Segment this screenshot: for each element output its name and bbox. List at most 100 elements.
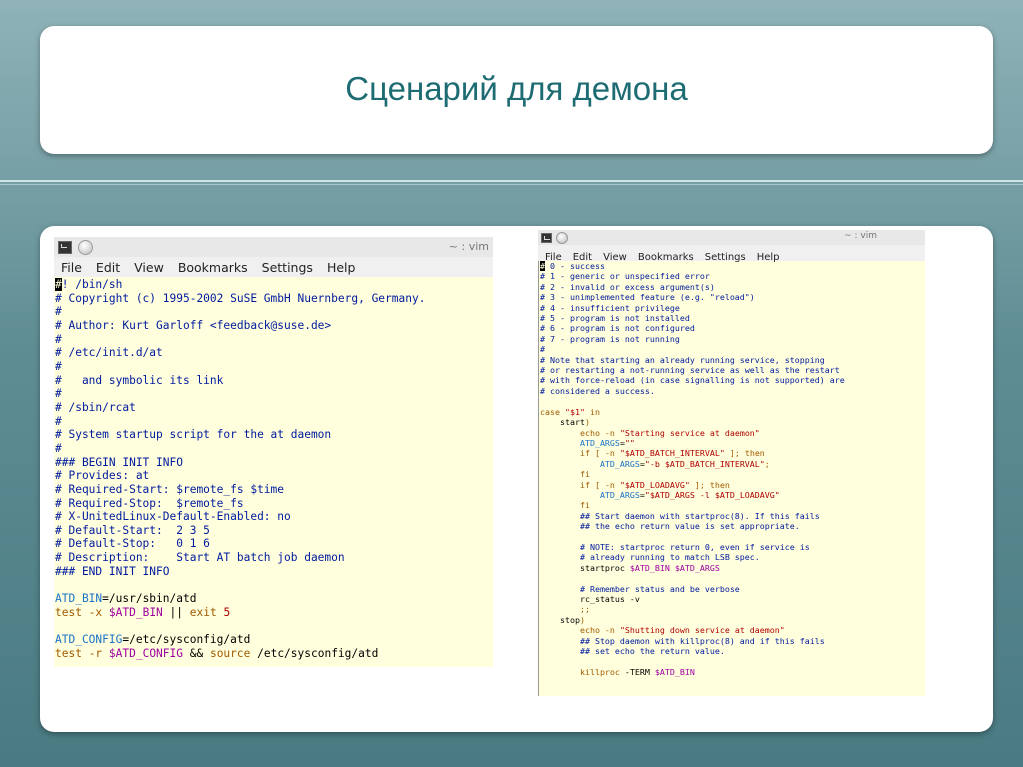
code-line: ​​ xyxy=(540,532,925,542)
code-line: test -r $ATD_CONFIG && source /etc/sysco… xyxy=(55,647,493,661)
menu-bar: File Edit View Bookmarks Settings Help xyxy=(538,245,925,263)
terminal-icon xyxy=(541,233,552,243)
code-line: # 5 - program is not installed xyxy=(540,313,925,323)
divider-line xyxy=(0,184,1023,185)
code-line: ​​ xyxy=(55,578,493,592)
code-line: stop) xyxy=(540,615,925,625)
right-terminal-window[interactable]: ~ : vim File Edit View Bookmarks Settings Hel… xyxy=(538,230,925,696)
menu-item-help[interactable]: Help xyxy=(327,258,356,278)
code-token: # 6 - program is not configured xyxy=(540,323,695,334)
code-token: "$ATD_BATCH_INTERVAL" xyxy=(619,448,725,459)
code-token: ;; xyxy=(540,604,590,615)
code-line: rc_status -v xyxy=(540,594,925,604)
code-token: ## Stop daemon with killproc(8) and if t… xyxy=(540,635,825,646)
code-token: if xyxy=(540,479,590,490)
code-line: ATD_ARGS="-b $ATD_BATCH_INTERVAL"; xyxy=(540,459,925,469)
code-line: ## Stop daemon with killproc(8) and if t… xyxy=(540,636,925,646)
code-token: # xyxy=(540,344,545,355)
code-token: # already running to match LSB spec. xyxy=(540,552,760,563)
code-token: "$1" xyxy=(559,406,585,417)
code-token: case xyxy=(540,406,560,417)
code-token: # Required-Start: $remote_fs $time xyxy=(55,482,285,496)
code-token: # System startup script for the at daemo… xyxy=(55,428,332,442)
code-line: # System startup script for the at daemo… xyxy=(55,428,493,442)
code-line: # xyxy=(55,415,493,429)
code-token: /etc/sysconfig/atd xyxy=(250,646,379,660)
code-editor[interactable]: # 0 - success # 1 - generic or unspecifie… xyxy=(538,261,925,677)
code-line: ### END INIT INFO xyxy=(55,565,493,579)
left-terminal-window[interactable]: ~ : vim File Edit View Bookmarks Settings Hel… xyxy=(54,237,493,667)
code-line: # considered a success. xyxy=(540,386,925,396)
code-token: fi xyxy=(540,500,590,511)
code-token: # Default-Stop: 0 1 6 xyxy=(55,537,210,551)
code-token: ! /bin/sh xyxy=(61,278,123,291)
code-line: echo -n "Starting service at daemon" xyxy=(540,428,925,438)
code-line: # Author: Kurt Garloff <feedback@suse.de… xyxy=(55,319,493,333)
code-token: 5 xyxy=(216,605,231,619)
code-line: # /sbin/rcat xyxy=(55,401,493,415)
code-line: if [ -n "$ATD_BATCH_INTERVAL" ]; then xyxy=(540,448,925,458)
code-token: ) xyxy=(579,614,585,625)
code-line: ;; xyxy=(540,604,925,614)
window-titlebar[interactable]: ~ : vim xyxy=(54,237,493,257)
window-button-icon[interactable] xyxy=(78,240,93,255)
code-line: ​​ xyxy=(540,656,925,666)
code-token: # xyxy=(55,305,62,319)
code-line: case "$1" in xyxy=(540,407,925,417)
code-line: ## set echo the return value. xyxy=(540,646,925,656)
code-token: # Description: Start AT batch job daemon xyxy=(55,551,345,565)
code-token: -r xyxy=(81,646,109,660)
code-line: # Required-Stop: $remote_fs xyxy=(55,497,493,511)
code-token: # Remember status and be verbose xyxy=(540,583,740,594)
code-line: fi xyxy=(540,500,925,510)
menu-item-view[interactable]: View xyxy=(134,258,164,278)
code-token: # NOTE: startproc return 0, even if serv… xyxy=(540,541,810,552)
code-token: start xyxy=(540,417,585,428)
code-token: # xyxy=(55,359,62,373)
code-line: # xyxy=(55,387,493,401)
code-token: # Required-Stop: $remote_fs xyxy=(55,496,244,510)
code-line: ## Start daemon with startproc(8). If th… xyxy=(540,511,925,521)
code-token: # Provides: at xyxy=(55,469,150,483)
code-line: # 7 - program is not running xyxy=(540,334,925,344)
code-token: "" xyxy=(624,437,635,448)
code-token: rc_status -v xyxy=(540,594,640,604)
menu-item-file[interactable]: File xyxy=(61,258,82,278)
code-editor[interactable]: #! /bin/sh # Copyright (c) 1995-2002 SuSE… xyxy=(54,278,493,660)
code-token: # X-UnitedLinux-Default-Enabled: no xyxy=(55,510,291,524)
code-line: ATD_ARGS="$ATD_ARGS -l $ATD_LOADAVG" xyxy=(540,490,925,500)
text-cursor: # xyxy=(55,278,62,291)
terminal-icon xyxy=(58,241,72,254)
window-title: ~ : vim xyxy=(448,240,489,253)
code-line: # Provides: at xyxy=(55,469,493,483)
code-line: ATD_CONFIG=/etc/sysconfig/atd xyxy=(55,633,493,647)
menu-bar: File Edit View Bookmarks Settings Help xyxy=(54,257,493,277)
code-line: # Default-Start: 2 3 5 xyxy=(55,524,493,538)
code-token: test xyxy=(55,605,82,619)
code-token: # /etc/init.d/at xyxy=(55,346,163,360)
code-line: # NOTE: startproc return 0, even if serv… xyxy=(540,542,925,552)
code-token: # xyxy=(55,441,62,455)
code-token: if xyxy=(540,448,590,459)
code-token: ; xyxy=(764,458,770,469)
code-token: -TERM xyxy=(619,666,655,677)
menu-item-bookmarks[interactable]: Bookmarks xyxy=(178,258,248,278)
code-token: # 5 - program is not installed xyxy=(540,313,690,324)
code-token: [ -n xyxy=(589,448,620,459)
code-token: ATD_BIN xyxy=(55,592,103,606)
menu-item-edit[interactable]: Edit xyxy=(96,258,120,278)
code-line: # xyxy=(540,344,925,354)
code-line: # X-UnitedLinux-Default-Enabled: no xyxy=(55,510,493,524)
code-line: ATD_BIN=/usr/sbin/atd xyxy=(55,592,493,606)
menu-item-settings[interactable]: Settings xyxy=(262,258,313,278)
code-line: # Remember status and be verbose xyxy=(540,584,925,594)
window-titlebar[interactable]: ~ : vim xyxy=(538,230,925,245)
code-line: ## the echo return value is set appropri… xyxy=(540,521,925,531)
code-line: # Description: Start AT batch job daemon xyxy=(55,551,493,565)
code-line: # xyxy=(55,360,493,374)
window-button-icon[interactable] xyxy=(556,232,568,244)
code-token: in xyxy=(584,406,600,417)
code-line: # already running to match LSB spec. xyxy=(540,552,925,562)
code-token: ) xyxy=(584,417,590,428)
code-token: # and symbolic its link xyxy=(55,373,224,387)
